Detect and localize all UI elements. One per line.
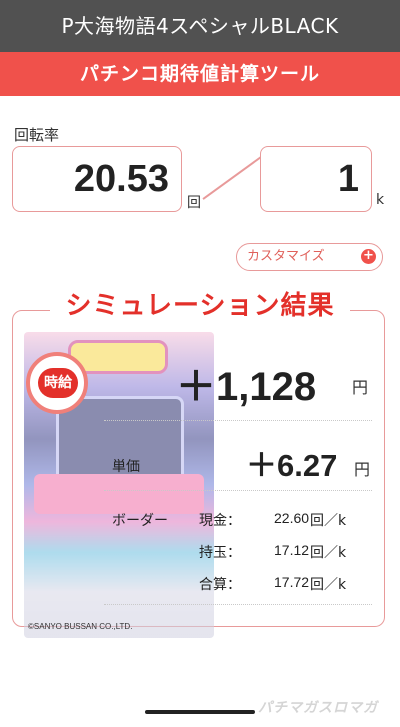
per-k-input[interactable]: 1: [260, 146, 372, 212]
unit-price-label: 単価: [112, 459, 140, 475]
border-cash-value: 22.60: [274, 510, 310, 526]
machine-band-shape: [34, 474, 204, 514]
border-cash-label: 現金：: [199, 513, 241, 529]
app-title: P大海物語4スペシャルBLACK: [0, 0, 400, 52]
tool-subtitle: パチンコ期待値計算ツール: [0, 52, 400, 96]
plus-circle-icon: +: [361, 249, 376, 264]
divider-line: [104, 420, 372, 421]
home-indicator[interactable]: [145, 710, 255, 714]
divider-line: [104, 604, 372, 605]
border-combined-value: 17.72: [274, 574, 310, 590]
border-combined-unit: 回／k: [310, 577, 347, 593]
rotation-unit-label: 回: [187, 195, 201, 211]
border-label: ボーダー: [112, 513, 168, 529]
rotation-rate-label: 回転率: [14, 126, 60, 144]
hourly-wage-badge: 時給: [26, 352, 88, 414]
k-unit-label: k: [376, 192, 385, 208]
hourly-wage-value: ＋1,128: [176, 365, 317, 409]
customize-button[interactable]: カスタマイズ +: [236, 243, 383, 271]
result-title: シミュレーション結果: [50, 286, 350, 326]
border-held-value: 17.12: [274, 542, 310, 558]
border-held-label: 持玉：: [199, 545, 241, 561]
watermark-logo: パチマガスロマガ: [258, 700, 378, 716]
border-combined-label: 合算：: [199, 577, 241, 593]
unit-price-unit: 円: [354, 460, 371, 479]
divider-line: [104, 490, 372, 491]
rotation-rate-input[interactable]: 20.53: [12, 146, 182, 212]
hourly-wage-unit: 円: [352, 378, 369, 397]
border-held-unit: 回／k: [310, 545, 347, 561]
customize-label: カスタマイズ: [247, 249, 325, 264]
unit-price-value: ＋6.27: [246, 448, 338, 483]
hourly-wage-label: 時給: [38, 368, 78, 398]
copyright-text: ©SANYO BUSSAN CO.,LTD.: [28, 622, 133, 631]
border-cash-unit: 回／k: [310, 513, 347, 529]
